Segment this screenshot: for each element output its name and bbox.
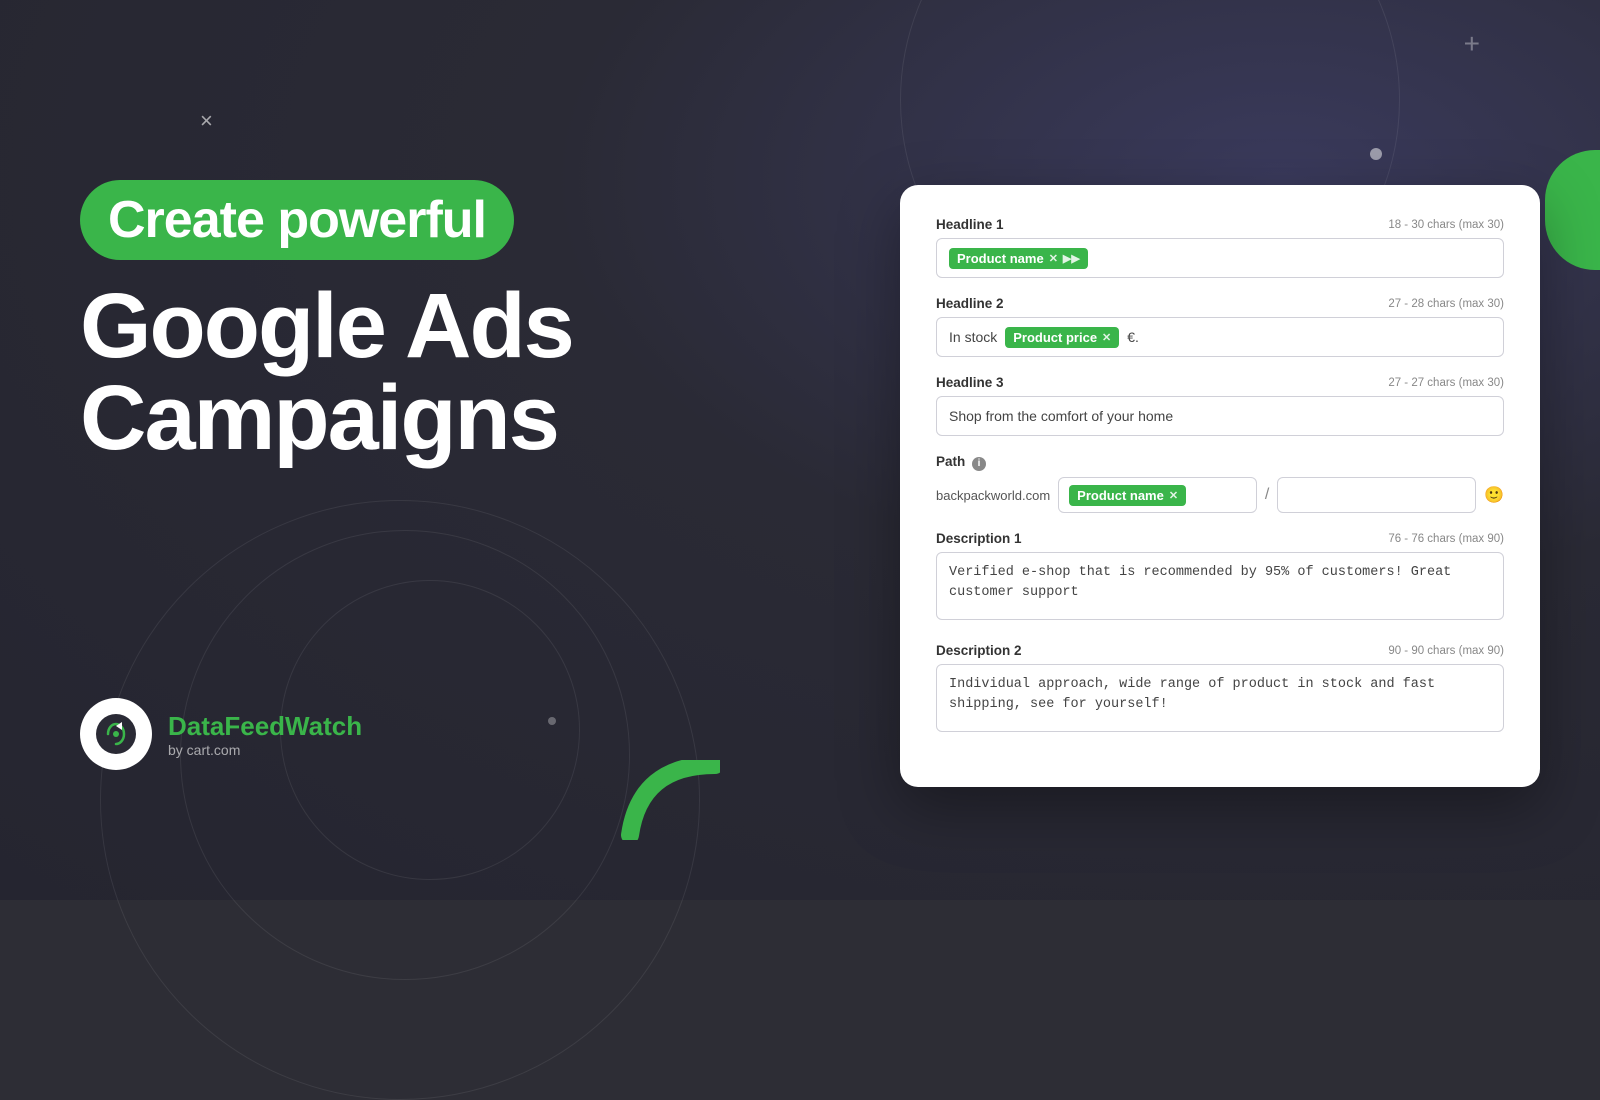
logo-area: DataFeedWatch by cart.com xyxy=(80,698,362,770)
path-row: backpackworld.com Product name ✕ / 🙂 xyxy=(936,477,1504,513)
headline1-tag[interactable]: Product name ✕ ▶▶ xyxy=(949,248,1088,269)
headline2-input[interactable]: In stock Product price ✕ €. xyxy=(936,317,1504,357)
headline2-chars: 27 - 28 chars (max 30) xyxy=(1388,298,1504,310)
description2-textarea[interactable]: Individual approach, wide range of produ… xyxy=(936,664,1504,732)
headline3-label-row: Headline 3 27 - 27 chars (max 30) xyxy=(936,375,1504,390)
path-segment1-tag-label: Product name xyxy=(1077,488,1164,503)
headline-line2: Campaigns xyxy=(80,372,720,464)
path-label: Path i xyxy=(936,454,986,471)
headline3-value: Shop from the comfort of your home xyxy=(949,408,1173,424)
logo-sub: by cart.com xyxy=(168,742,362,758)
description2-group: Description 2 90 - 90 chars (max 90) Ind… xyxy=(936,643,1504,737)
description1-textarea[interactable]: Verified e-shop that is recommended by 9… xyxy=(936,552,1504,620)
headline2-suffix: €. xyxy=(1127,329,1139,345)
description2-chars: 90 - 90 chars (max 90) xyxy=(1388,645,1504,657)
badge-text: Create powerful xyxy=(108,191,486,249)
headline1-chars: 18 - 30 chars (max 30) xyxy=(1388,219,1504,231)
path-emoji-icon[interactable]: 🙂 xyxy=(1484,485,1504,505)
left-content: Create powerful Google Ads Campaigns xyxy=(80,180,720,464)
path-info-icon[interactable]: i xyxy=(972,457,986,471)
close-button[interactable]: × xyxy=(200,108,213,134)
headline1-group: Headline 1 18 - 30 chars (max 30) Produc… xyxy=(936,217,1504,278)
path-segment2[interactable] xyxy=(1277,477,1476,513)
description1-label: Description 1 xyxy=(936,531,1022,546)
green-arc xyxy=(620,760,720,840)
description2-label-row: Description 2 90 - 90 chars (max 90) xyxy=(936,643,1504,658)
description2-label: Description 2 xyxy=(936,643,1022,658)
path-segment1-tag[interactable]: Product name ✕ xyxy=(1069,485,1186,506)
description1-chars: 76 - 76 chars (max 90) xyxy=(1388,533,1504,545)
headline2-tag-label: Product price xyxy=(1013,330,1097,345)
headline2-tag[interactable]: Product price ✕ xyxy=(1005,327,1119,348)
headline1-input[interactable]: Product name ✕ ▶▶ xyxy=(936,238,1504,278)
path-segment1[interactable]: Product name ✕ xyxy=(1058,477,1257,513)
path-group: Path i backpackworld.com Product name ✕ … xyxy=(936,454,1504,513)
headline-badge: Create powerful xyxy=(80,180,514,260)
headline1-tag-close[interactable]: ✕ xyxy=(1049,252,1058,265)
logo-circle xyxy=(80,698,152,770)
headline1-label: Headline 1 xyxy=(936,217,1004,232)
path-segment1-tag-close[interactable]: ✕ xyxy=(1169,489,1178,502)
headline3-label: Headline 3 xyxy=(936,375,1004,390)
headline-main: Google Ads Campaigns xyxy=(80,280,720,464)
form-card: Headline 1 18 - 30 chars (max 30) Produc… xyxy=(900,185,1540,787)
logo-name: DataFeedWatch xyxy=(168,711,362,742)
path-label-row: Path i xyxy=(936,454,1504,471)
headline2-label-row: Headline 2 27 - 28 chars (max 30) xyxy=(936,296,1504,311)
description1-label-row: Description 1 76 - 76 chars (max 90) xyxy=(936,531,1504,546)
description1-group: Description 1 76 - 76 chars (max 90) Ver… xyxy=(936,531,1504,625)
headline1-tag-label: Product name xyxy=(957,251,1044,266)
logo-text: DataFeedWatch by cart.com xyxy=(168,711,362,758)
headline3-chars: 27 - 27 chars (max 30) xyxy=(1388,377,1504,389)
headline1-tag-arrows[interactable]: ▶▶ xyxy=(1063,252,1080,265)
headline2-tag-close[interactable]: ✕ xyxy=(1102,331,1111,344)
headline2-group: Headline 2 27 - 28 chars (max 30) In sto… xyxy=(936,296,1504,357)
headline2-prefix: In stock xyxy=(949,329,997,345)
headline3-input[interactable]: Shop from the comfort of your home xyxy=(936,396,1504,436)
headline1-label-row: Headline 1 18 - 30 chars (max 30) xyxy=(936,217,1504,232)
headline3-group: Headline 3 27 - 27 chars (max 30) Shop f… xyxy=(936,375,1504,436)
path-slash: / xyxy=(1265,486,1269,504)
path-domain: backpackworld.com xyxy=(936,488,1050,503)
headline2-label: Headline 2 xyxy=(936,296,1004,311)
headline-line1: Google Ads xyxy=(80,280,720,372)
